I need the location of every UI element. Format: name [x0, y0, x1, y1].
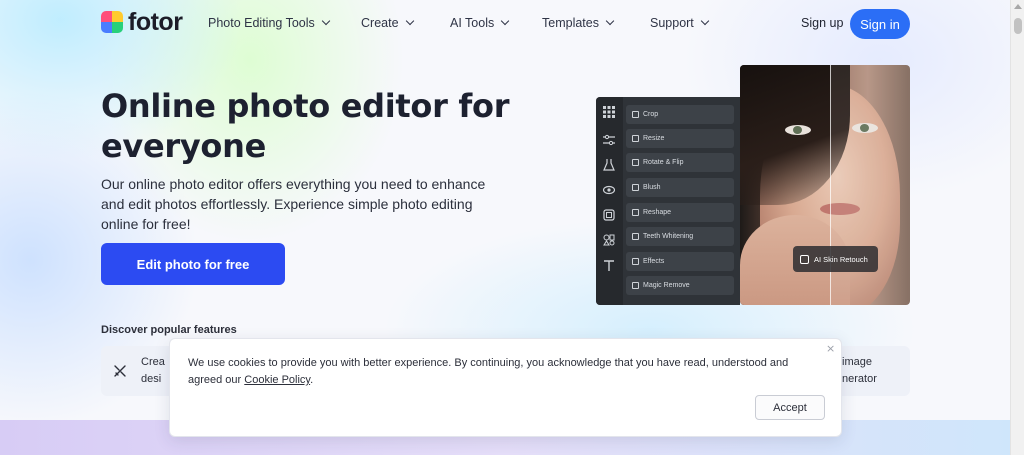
- logo-text: fotor: [128, 8, 183, 36]
- effects-icon: [632, 258, 639, 265]
- feature-card-label: image nerator: [842, 356, 877, 385]
- tool-label: Magic Remove: [643, 282, 690, 289]
- chevron-down-icon: [501, 16, 510, 26]
- grid-icon: [603, 106, 615, 118]
- rotate-icon: [632, 159, 639, 166]
- accept-button[interactable]: Accept: [755, 395, 825, 420]
- crop-icon: [632, 111, 639, 118]
- nav-label: AI Tools: [450, 16, 495, 30]
- fotor-logo-icon: [101, 11, 123, 33]
- hero-description: Our online photo editor offers everythin…: [101, 176, 486, 232]
- reshape-icon: [632, 209, 639, 216]
- tool-label: Crop: [643, 111, 659, 118]
- cookie-period: .: [310, 374, 314, 386]
- chevron-down-icon: [405, 16, 414, 26]
- tool-item-rotate-flip[interactable]: Rotate & Flip: [626, 153, 734, 172]
- features-heading: Discover popular features: [101, 324, 237, 336]
- tool-label: Teeth Whitening: [643, 233, 694, 240]
- design-tools-icon: [114, 365, 126, 377]
- badge-label: AI Skin Retouch: [814, 254, 868, 264]
- flask-icon: [603, 159, 615, 171]
- scroll-up-arrow-icon[interactable]: [1014, 4, 1022, 9]
- elements-icon: [603, 234, 615, 246]
- tool-label: Reshape: [643, 209, 672, 216]
- tool-item-blush[interactable]: Blush: [626, 178, 734, 197]
- tool-item-reshape[interactable]: Reshape: [626, 203, 734, 222]
- chevron-down-icon: [605, 16, 615, 26]
- tool-label: Resize: [643, 135, 665, 142]
- cookie-banner: × We use cookies to provide you with bet…: [169, 338, 842, 437]
- editor-tools-panel: Crop Resize Rotate & Flip Blush Reshape …: [596, 97, 740, 305]
- header: fotor Photo Editing Tools Create AI Tool…: [0, 0, 1010, 48]
- tool-label: Effects: [643, 258, 665, 265]
- nav-label: Support: [650, 16, 694, 30]
- nav-item-ai-tools[interactable]: AI Tools: [450, 16, 510, 30]
- close-icon[interactable]: ×: [826, 342, 835, 355]
- edit-photo-button[interactable]: Edit photo for free: [101, 243, 285, 285]
- tool-item-effects[interactable]: Effects: [626, 252, 734, 271]
- frame-icon: [603, 209, 615, 221]
- chevron-down-icon: [321, 16, 331, 26]
- cookie-text: We use cookies to provide you with bette…: [188, 355, 808, 389]
- nav-item-photo-editing-tools[interactable]: Photo Editing Tools: [208, 16, 331, 30]
- nav-label: Templates: [542, 16, 599, 30]
- nav-item-create[interactable]: Create: [361, 16, 414, 30]
- cookie-policy-link[interactable]: Cookie Policy: [244, 374, 310, 386]
- ai-skin-retouch-badge: AI Skin Retouch: [793, 246, 878, 272]
- scroll-thumb[interactable]: [1014, 18, 1022, 34]
- page: fotor Photo Editing Tools Create AI Tool…: [0, 0, 1010, 455]
- eye-icon: [603, 185, 615, 195]
- blush-icon: [632, 184, 639, 191]
- nav-label: Photo Editing Tools: [208, 16, 315, 30]
- left-eye: [785, 125, 811, 135]
- tool-label: Blush: [643, 184, 661, 191]
- nav-label: Create: [361, 16, 399, 30]
- sign-in-button[interactable]: Sign in: [850, 9, 910, 39]
- vertical-scrollbar[interactable]: [1010, 0, 1024, 455]
- sparkle-icon: [800, 254, 809, 264]
- nav-item-support[interactable]: Support: [650, 16, 710, 30]
- sign-up-link[interactable]: Sign up: [801, 16, 843, 30]
- text-icon: [604, 260, 614, 271]
- logo[interactable]: fotor: [101, 8, 183, 36]
- tool-item-resize[interactable]: Resize: [626, 129, 734, 148]
- eraser-icon: [632, 282, 639, 289]
- teeth-icon: [632, 233, 639, 240]
- tool-item-teeth-whitening[interactable]: Teeth Whitening: [626, 227, 734, 246]
- nav-item-templates[interactable]: Templates: [542, 16, 615, 30]
- tool-strip: [596, 97, 623, 305]
- sliders-icon: [603, 134, 615, 146]
- feature-card-label: Crea desi: [141, 356, 165, 385]
- chevron-down-icon: [700, 16, 710, 26]
- tool-label: Rotate & Flip: [643, 159, 684, 166]
- resize-icon: [632, 135, 639, 142]
- tool-item-magic-remove[interactable]: Magic Remove: [626, 276, 734, 295]
- hero-title: Online photo editor for everyone: [101, 87, 510, 165]
- tool-item-crop[interactable]: Crop: [626, 105, 734, 124]
